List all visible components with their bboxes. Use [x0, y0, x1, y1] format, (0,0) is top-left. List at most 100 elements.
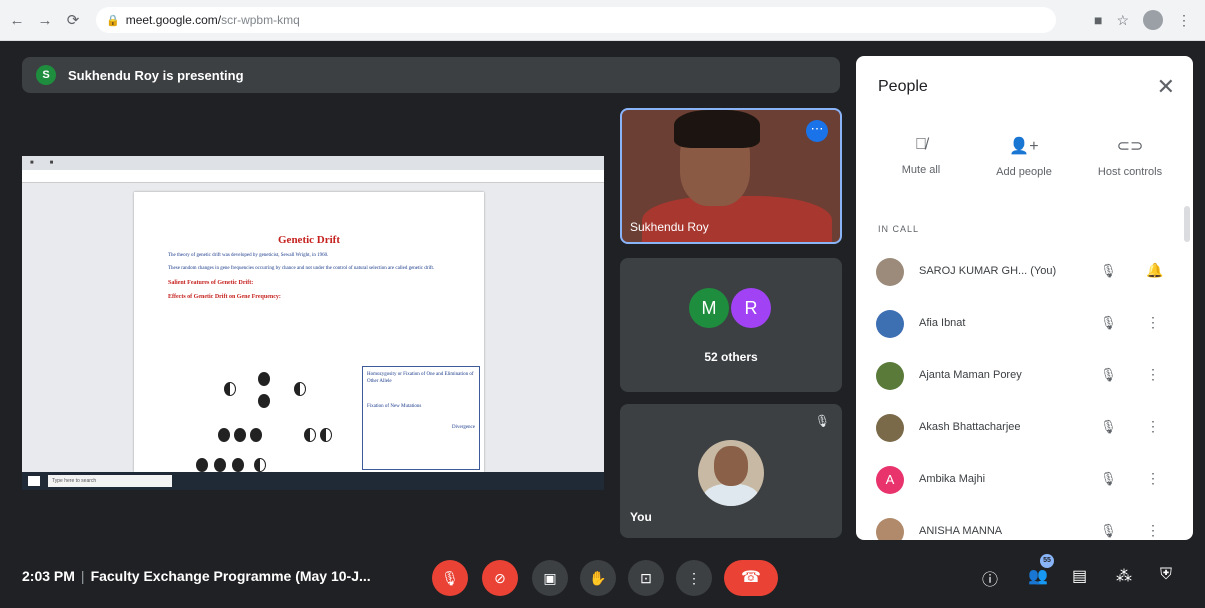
participant-name: Afia Ibnat — [919, 317, 966, 329]
scrollbar[interactable] — [1184, 206, 1190, 242]
camera-icon[interactable]: ■ — [1094, 12, 1102, 28]
participant-row[interactable]: Afia Ibnat 🎙 ⋮ — [856, 298, 1193, 350]
more-vert-icon[interactable]: ⋮ — [1146, 314, 1160, 331]
activities-icon[interactable]: ⁂ — [1116, 566, 1132, 586]
taskbar-search: Type here to search — [48, 475, 172, 487]
participant-name: SAROJ KUMAR GH... (You) — [919, 265, 1057, 277]
bell-icon[interactable]: 🔔 — [1146, 262, 1163, 279]
kebab-menu-icon[interactable]: ⋮ — [1177, 12, 1191, 29]
meeting-title: Faculty Exchange Programme (May 10-J... — [90, 568, 371, 584]
presenter-hair — [674, 110, 760, 148]
mic-off-icon: 🎙 — [1100, 263, 1117, 278]
info-icon[interactable]: ⓘ — [982, 566, 998, 590]
more-options-icon[interactable]: ⋯ — [806, 120, 828, 142]
camera-off-button[interactable]: ⊘ — [482, 560, 518, 596]
presenting-banner: S Sukhendu Roy is presenting — [22, 57, 840, 93]
chat-icon[interactable]: ▤ — [1072, 566, 1087, 586]
avatar — [876, 518, 904, 540]
close-icon[interactable]: ✕ — [1157, 74, 1175, 100]
people-panel: People ✕ 🎙̸ Mute all 👤+ Add people ⊂⊃ Ho… — [856, 56, 1193, 540]
action-label: Add people — [996, 166, 1052, 178]
people-icon[interactable]: 👥 — [1028, 566, 1048, 586]
avatar — [876, 362, 904, 390]
windows-start-icon — [28, 476, 40, 486]
participant-row[interactable]: A Ambika Majhi 🎙 ⋮ — [856, 454, 1193, 506]
action-label: Host controls — [1097, 166, 1163, 178]
avatar — [876, 414, 904, 442]
participant-row[interactable]: ANISHA MANNA 🎙 ⋮ — [856, 506, 1193, 540]
leave-call-button[interactable]: ☎ — [724, 560, 778, 596]
forward-icon[interactable]: → — [34, 9, 56, 31]
mic-off-icon: 🎙 — [1100, 419, 1117, 434]
more-options-button[interactable]: ⋮ — [676, 560, 712, 596]
clock-time: 2:03 PM — [22, 568, 75, 584]
mic-off-icon: 🎙̸ — [915, 136, 927, 153]
self-tile[interactable]: 🎙 You — [620, 404, 842, 538]
url-path: scr-wpbm-kmq — [221, 13, 300, 27]
doc-box-text: Homozygosity or Fixation of One and Elim… — [367, 372, 474, 384]
doc-subheading: Salient Features of Genetic Drift: — [168, 280, 254, 286]
shared-address — [22, 170, 604, 183]
browser-toolbar: ← → ⟳ 🔒 meet.google.com/scr-wpbm-kmq ■ ☆… — [0, 0, 1205, 41]
more-vert-icon[interactable]: ⋮ — [1146, 522, 1160, 539]
shared-document: Genetic Drift The theory of genetic drif… — [134, 192, 484, 472]
presenter-name: Sukhendu Roy — [630, 220, 709, 234]
avatar — [876, 258, 904, 286]
self-avatar — [698, 440, 764, 506]
presenter-tile[interactable]: ⋯ Sukhendu Roy — [620, 108, 842, 244]
captions-button[interactable]: ▣ — [532, 560, 568, 596]
mic-off-icon: 🎙 — [1100, 367, 1117, 382]
section-label: IN CALL — [878, 224, 920, 234]
back-icon[interactable]: ← — [6, 9, 28, 31]
more-vert-icon[interactable]: ⋮ — [1146, 418, 1160, 435]
participant-row[interactable]: SAROJ KUMAR GH... (You) 🎙 🔔 — [856, 246, 1193, 298]
address-bar[interactable]: 🔒 meet.google.com/scr-wpbm-kmq — [96, 7, 1056, 33]
others-tile[interactable]: M R 52 others — [620, 258, 842, 392]
reload-icon[interactable]: ⟳ — [62, 9, 84, 31]
doc-box-text: Fixation of New Mutations — [367, 404, 422, 409]
avatar: A — [876, 466, 904, 494]
more-vert-icon[interactable]: ⋮ — [1146, 470, 1160, 487]
presenter-initial: S — [36, 65, 56, 85]
host-shield-icon[interactable]: ⛨ — [1160, 566, 1172, 584]
lock-icon: 🔒 — [106, 14, 120, 27]
participant-name: Ambika Majhi — [919, 473, 986, 485]
avatar — [876, 310, 904, 338]
participant-row[interactable]: Ajanta Maman Porey 🎙 ⋮ — [856, 350, 1193, 402]
others-count: 52 others — [704, 350, 758, 364]
participant-name: Akash Bhattacharjee — [919, 421, 1021, 433]
mic-off-button[interactable]: 🎙 — [432, 560, 468, 596]
url-host: meet.google.com/ — [125, 13, 222, 27]
panel-title: People — [878, 78, 928, 95]
add-people-button[interactable]: 👤+ Add people — [974, 136, 1074, 178]
profile-avatar[interactable] — [1143, 10, 1163, 30]
more-vert-icon[interactable]: ⋮ — [1146, 366, 1160, 383]
toggle-icon: ⊂⊃ — [1116, 138, 1144, 155]
host-controls-button[interactable]: ⊂⊃ Host controls — [1080, 136, 1180, 178]
mic-off-icon: 🎙 — [1100, 523, 1117, 538]
present-button[interactable]: ⊡ — [628, 560, 664, 596]
action-label: Mute all — [901, 164, 941, 176]
raise-hand-button[interactable]: ✋ — [580, 560, 616, 596]
drift-diagram — [194, 372, 354, 472]
browser-icons: ■ ☆ ⋮ — [1094, 10, 1191, 30]
doc-box: Homozygosity or Fixation of One and Elim… — [362, 366, 480, 470]
participant-row[interactable]: Akash Bhattacharjee 🎙 ⋮ — [856, 402, 1193, 454]
shared-tabs: ■ ■ — [22, 156, 604, 170]
mic-off-icon: 🎙 — [1100, 315, 1117, 330]
add-person-icon: 👤+ — [1009, 138, 1039, 155]
doc-paragraph: The theory of genetic drift was develope… — [168, 253, 329, 258]
mic-off-icon: 🎙 — [1100, 471, 1117, 486]
participant-count-badge: 55 — [1040, 554, 1054, 568]
shared-screen: ■ ■ Genetic Drift The theory of genetic d… — [22, 156, 604, 490]
self-label: You — [630, 510, 652, 524]
participant-name: ANISHA MANNA — [919, 525, 1003, 537]
doc-title: Genetic Drift — [278, 234, 340, 246]
star-icon[interactable]: ☆ — [1116, 12, 1129, 29]
mute-all-button[interactable]: 🎙̸ Mute all — [871, 136, 971, 176]
mic-off-icon: 🎙 — [814, 414, 830, 428]
participant-name: Ajanta Maman Porey — [919, 369, 1022, 381]
doc-subheading: Effects of Genetic Drift on Gene Frequen… — [168, 294, 281, 300]
doc-paragraph: These random changes in gene frequencies… — [168, 266, 435, 271]
meeting-details: 2:03 PM | Faculty Exchange Programme (May … — [22, 568, 371, 584]
